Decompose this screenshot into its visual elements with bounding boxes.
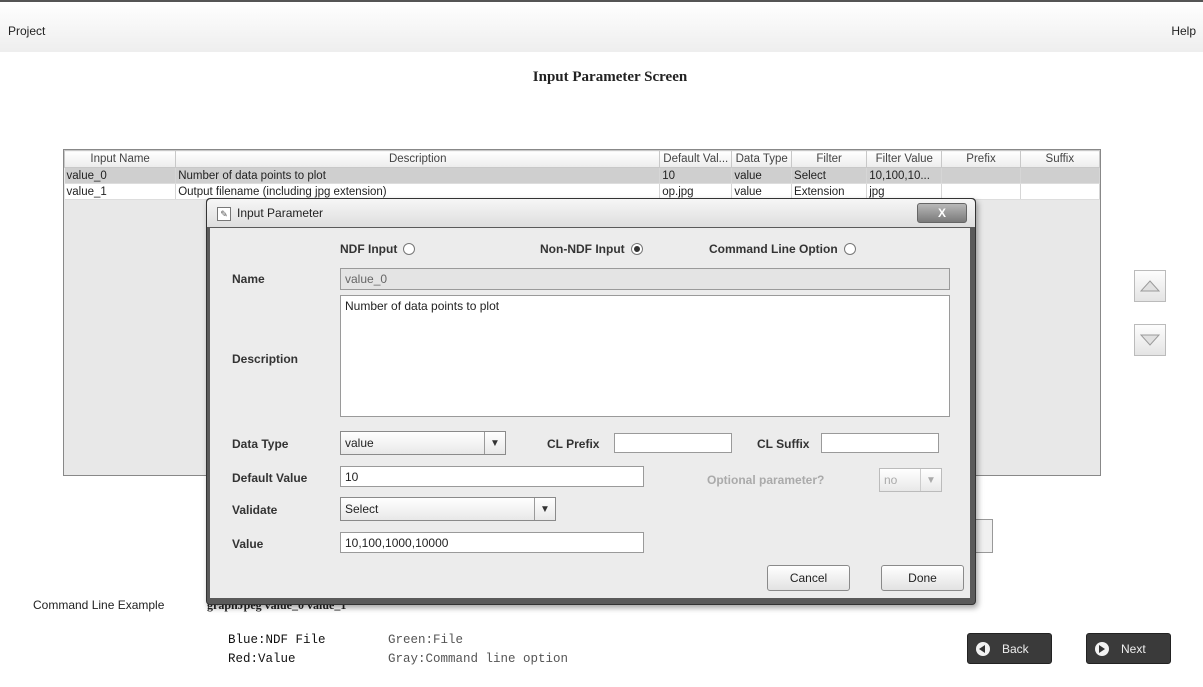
radio-selected-icon <box>630 243 643 255</box>
back-button[interactable]: Back <box>967 633 1052 664</box>
table-row[interactable]: value_0 Number of data points to plot 10… <box>64 167 1101 184</box>
command-line-label: Command Line Example <box>33 598 165 612</box>
column-header[interactable]: Default Val... <box>659 150 733 168</box>
data-type-label: Data Type <box>232 437 289 451</box>
validate-label: Validate <box>232 503 278 517</box>
menu-project[interactable]: Project <box>8 24 45 38</box>
column-header[interactable]: Filter Value <box>866 150 943 168</box>
validate-value: Select <box>345 502 379 516</box>
default-value-label: Default Value <box>232 471 308 485</box>
name-label: Name <box>232 272 265 286</box>
move-down-button[interactable] <box>1134 324 1166 356</box>
column-header[interactable]: Prefix <box>941 150 1021 168</box>
next-button[interactable]: Next <box>1086 633 1171 664</box>
default-value-field[interactable]: 10 <box>340 466 644 487</box>
radio-non-ndf-input[interactable]: Non-NDF Input <box>540 242 643 256</box>
menu-help[interactable]: Help <box>1171 24 1196 38</box>
table-header: Input Name Description Default Val... Da… <box>63 150 1101 168</box>
table-cell: 10,100,10... <box>866 167 943 184</box>
radio-label: NDF Input <box>340 242 398 256</box>
data-type-select[interactable]: value ▼ <box>340 431 506 455</box>
input-parameter-dialog: ✎ Input Parameter X NDF Input Non-NDF In… <box>206 198 976 605</box>
back-label: Back <box>1002 641 1029 656</box>
optional-parameter-label: Optional parameter? <box>707 473 825 487</box>
radio-command-line-option[interactable]: Command Line Option <box>709 242 856 256</box>
column-header[interactable]: Description <box>175 150 661 168</box>
validate-select[interactable]: Select ▼ <box>340 497 556 521</box>
table-cell: value_0 <box>64 167 177 184</box>
column-header[interactable]: Data Type <box>731 150 793 168</box>
cancel-button[interactable]: Cancel <box>767 565 850 591</box>
page-title: Input Parameter Screen <box>532 69 688 85</box>
optional-parameter-value: no <box>884 473 898 487</box>
done-button[interactable]: Done <box>881 565 964 591</box>
chevron-down-icon: ▼ <box>484 432 505 454</box>
legend-red: Red:Value <box>228 652 296 666</box>
menu-bar: Project Help <box>0 0 1203 52</box>
move-up-button[interactable] <box>1134 270 1166 302</box>
legend-gray: Gray:Command line option <box>388 652 569 666</box>
cl-prefix-field[interactable] <box>614 433 732 453</box>
next-label: Next <box>1121 641 1146 656</box>
column-header[interactable]: Input Name <box>63 150 177 168</box>
chevron-down-icon: ▼ <box>920 469 941 491</box>
background-button-edge <box>975 519 993 553</box>
table-cell: value <box>731 167 793 184</box>
table-cell <box>1020 183 1101 200</box>
radio-icon <box>843 243 856 255</box>
triangle-down-icon <box>1140 334 1160 346</box>
value-label: Value <box>232 537 264 551</box>
dialog-title: Input Parameter <box>237 206 324 220</box>
close-button[interactable]: X <box>917 203 967 223</box>
dialog-titlebar[interactable]: ✎ Input Parameter X <box>207 199 975 227</box>
chevron-down-icon: ▼ <box>534 498 555 520</box>
arrow-left-icon <box>976 641 990 656</box>
radio-icon <box>403 243 416 255</box>
legend-blue: Blue:NDF File <box>228 633 326 647</box>
table-cell: Number of data points to plot <box>175 167 661 184</box>
cl-suffix-label: CL Suffix <box>757 437 810 451</box>
table-cell: Select <box>791 167 868 184</box>
column-header[interactable]: Filter <box>791 150 868 168</box>
radio-ndf-input[interactable]: NDF Input <box>340 242 416 256</box>
table-cell: 10 <box>659 167 733 184</box>
dialog-body: NDF Input Non-NDF Input Command Line Opt… <box>210 228 970 598</box>
description-field[interactable]: Number of data points to plot <box>340 295 950 417</box>
radio-label: Command Line Option <box>709 242 838 256</box>
arrow-right-icon <box>1095 641 1109 656</box>
data-type-value: value <box>345 436 374 450</box>
cl-prefix-label: CL Prefix <box>547 437 600 451</box>
legend-green: Green:File <box>388 633 464 647</box>
description-label: Description <box>232 352 299 366</box>
table-cell: value_1 <box>64 183 177 200</box>
optional-parameter-select: no ▼ <box>879 468 942 492</box>
table-cell <box>1020 167 1101 184</box>
name-field[interactable]: value_0 <box>340 268 950 290</box>
table-cell <box>941 167 1021 184</box>
cl-suffix-field[interactable] <box>821 433 939 453</box>
radio-label: Non-NDF Input <box>540 242 625 256</box>
triangle-up-icon <box>1140 280 1160 292</box>
value-field[interactable]: 10,100,1000,10000 <box>340 532 644 553</box>
column-header[interactable]: Suffix <box>1019 150 1101 168</box>
app-icon: ✎ <box>217 207 231 221</box>
